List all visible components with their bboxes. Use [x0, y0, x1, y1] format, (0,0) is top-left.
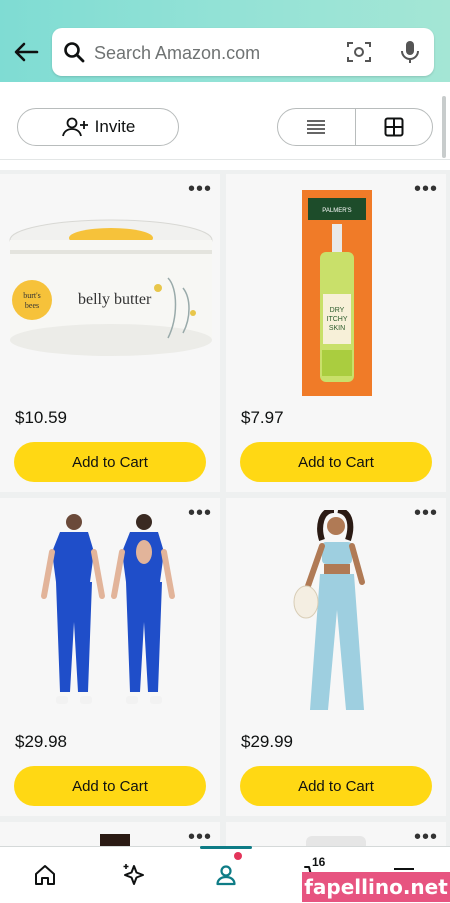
- search-icon: [64, 42, 85, 63]
- add-to-cart-button[interactable]: Add to Cart: [14, 766, 206, 806]
- nav-home[interactable]: [25, 857, 65, 893]
- product-card[interactable]: ••• $29.98 Add to Cart: [0, 498, 220, 816]
- add-to-cart-button[interactable]: Add to Cart: [240, 766, 432, 806]
- add-to-cart-button[interactable]: Add to Cart: [240, 442, 432, 482]
- scrollbar[interactable]: [442, 96, 446, 158]
- person-icon: [216, 865, 236, 886]
- product-image-belly-butter[interactable]: burt's bees belly butter: [8, 218, 214, 358]
- product-image-peek: [306, 836, 366, 846]
- product-card[interactable]: •••: [0, 822, 220, 847]
- svg-text:bees: bees: [25, 301, 39, 310]
- svg-text:PALMER'S: PALMER'S: [322, 208, 351, 214]
- product-price: $10.59: [15, 408, 67, 427]
- nav-active-indicator: [200, 846, 252, 849]
- nav-rufus[interactable]: [114, 857, 154, 893]
- product-price: $7.97: [241, 408, 284, 427]
- search-input[interactable]: [92, 38, 346, 68]
- nav-account[interactable]: [206, 857, 246, 893]
- svg-text:ITCHY: ITCHY: [327, 316, 348, 323]
- cart-count: 16: [312, 855, 326, 869]
- grid-view-button[interactable]: [354, 109, 433, 145]
- product-image-peek: [100, 834, 130, 846]
- divider: [0, 159, 450, 160]
- sparkle-icon: [123, 864, 144, 885]
- header-underlay: [0, 82, 450, 90]
- product-name-text: belly butter: [78, 291, 152, 308]
- camera-scan-icon[interactable]: [346, 40, 372, 64]
- product-image-light-blue-set[interactable]: [284, 510, 394, 722]
- product-card[interactable]: ••• $29.99 Add to Cart: [226, 498, 446, 816]
- list-view-button[interactable]: [278, 109, 355, 145]
- product-price: $29.98: [15, 732, 67, 751]
- back-button[interactable]: [12, 38, 40, 66]
- add-to-cart-button[interactable]: Add to Cart: [14, 442, 206, 482]
- microphone-icon[interactable]: [398, 39, 422, 65]
- product-card[interactable]: ••• PALMER'S DRY ITCHY SKIN $7.97 Add to…: [226, 174, 446, 492]
- invite-label: Invite: [94, 117, 136, 136]
- svg-text:SKIN: SKIN: [329, 325, 345, 332]
- add-person-icon: [61, 117, 88, 137]
- more-options-icon[interactable]: •••: [414, 827, 438, 847]
- more-options-icon[interactable]: •••: [188, 503, 212, 523]
- more-options-icon[interactable]: •••: [188, 827, 212, 847]
- product-card[interactable]: •••: [226, 822, 446, 847]
- search-box[interactable]: [52, 28, 434, 76]
- svg-text:DRY: DRY: [330, 307, 345, 314]
- list-icon: [307, 120, 326, 134]
- invite-button[interactable]: Invite: [17, 108, 179, 146]
- product-image-blue-jumpsuit[interactable]: [34, 510, 186, 722]
- brand-text: burt's: [23, 291, 40, 300]
- home-icon: [35, 865, 55, 885]
- grid-icon: [384, 117, 404, 137]
- view-toggle: [277, 108, 433, 146]
- product-price: $29.99: [241, 732, 293, 751]
- product-image-palmers-oil[interactable]: PALMER'S DRY ITCHY SKIN: [302, 190, 372, 396]
- top-bar: [0, 0, 450, 88]
- watermark: fapellino.net: [302, 872, 450, 902]
- notification-dot: [234, 852, 242, 860]
- more-options-icon[interactable]: •••: [414, 179, 438, 199]
- more-options-icon[interactable]: •••: [414, 503, 438, 523]
- more-options-icon[interactable]: •••: [188, 179, 212, 199]
- arrow-left-icon: [14, 42, 39, 62]
- product-card[interactable]: ••• burt's bees belly butter $10.59 Add …: [0, 174, 220, 492]
